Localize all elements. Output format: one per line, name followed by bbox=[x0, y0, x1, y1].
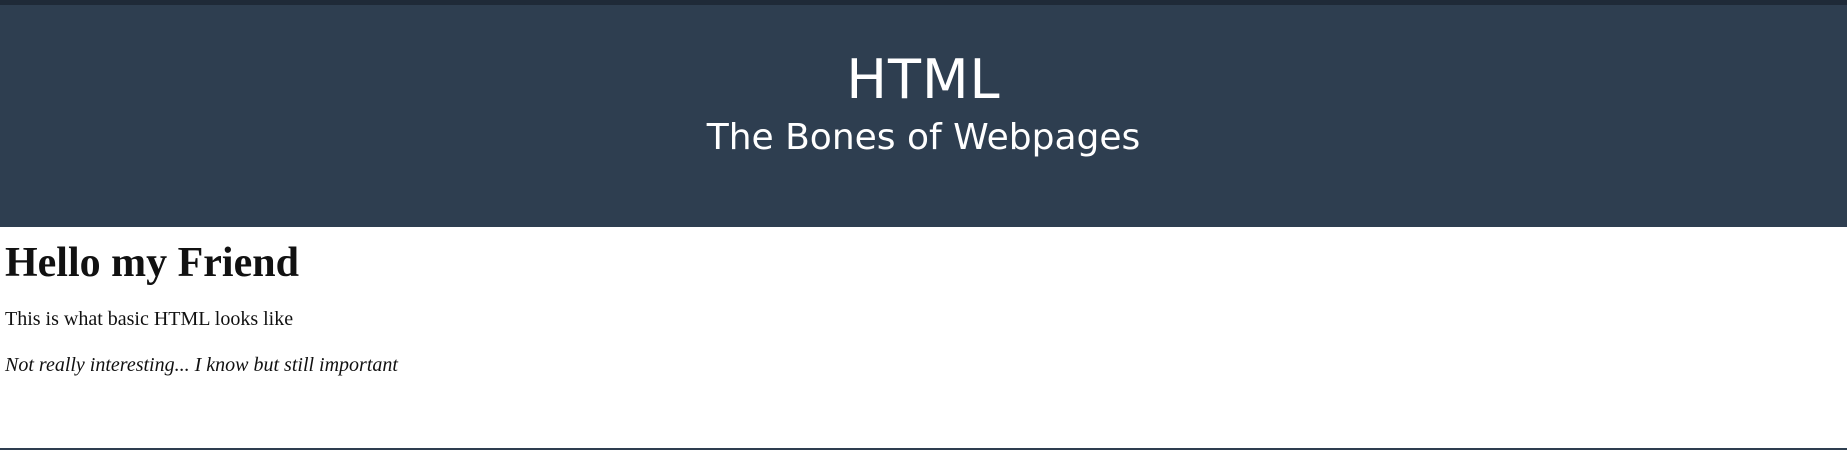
page-header: HTML The Bones of Webpages bbox=[0, 5, 1847, 227]
site-title: HTML bbox=[846, 48, 1001, 111]
page-heading: Hello my Friend bbox=[5, 240, 299, 286]
intro-paragraph: This is what basic HTML looks like bbox=[5, 308, 294, 330]
site-subtitle: The Bones of Webpages bbox=[706, 117, 1141, 158]
italic-note: Not really interesting... I know but sti… bbox=[5, 354, 398, 376]
main-content: Hello my Friend This is what basic HTML … bbox=[5, 227, 1842, 377]
